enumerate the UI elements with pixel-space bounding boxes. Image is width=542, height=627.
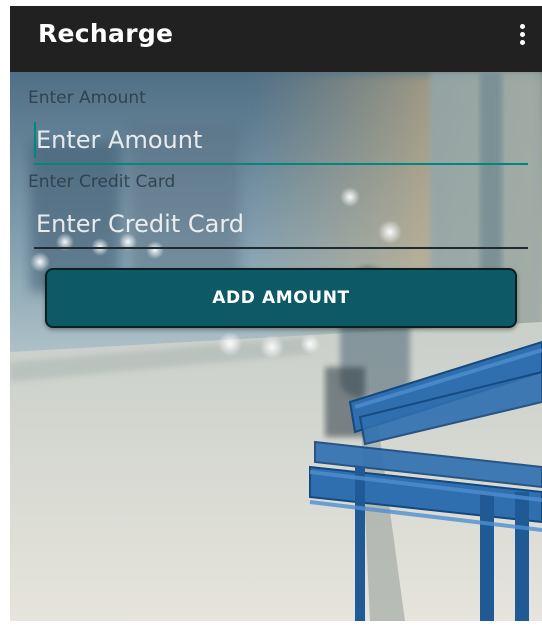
app-bar: Recharge <box>10 6 542 72</box>
app-bar-title: Recharge <box>38 19 174 48</box>
app-screen: Recharge Enter Amount Enter Amount Enter… <box>10 6 542 621</box>
credit-card-input[interactable] <box>34 204 530 244</box>
amount-input[interactable] <box>34 120 530 160</box>
credit-card-label: Enter Credit Card <box>28 172 176 192</box>
credit-card-input-underline <box>34 247 528 249</box>
add-amount-button[interactable]: ADD AMOUNT <box>45 268 517 328</box>
amount-input-underline <box>34 163 528 165</box>
amount-label: Enter Amount <box>28 88 146 108</box>
more-vert-icon[interactable] <box>516 22 528 54</box>
